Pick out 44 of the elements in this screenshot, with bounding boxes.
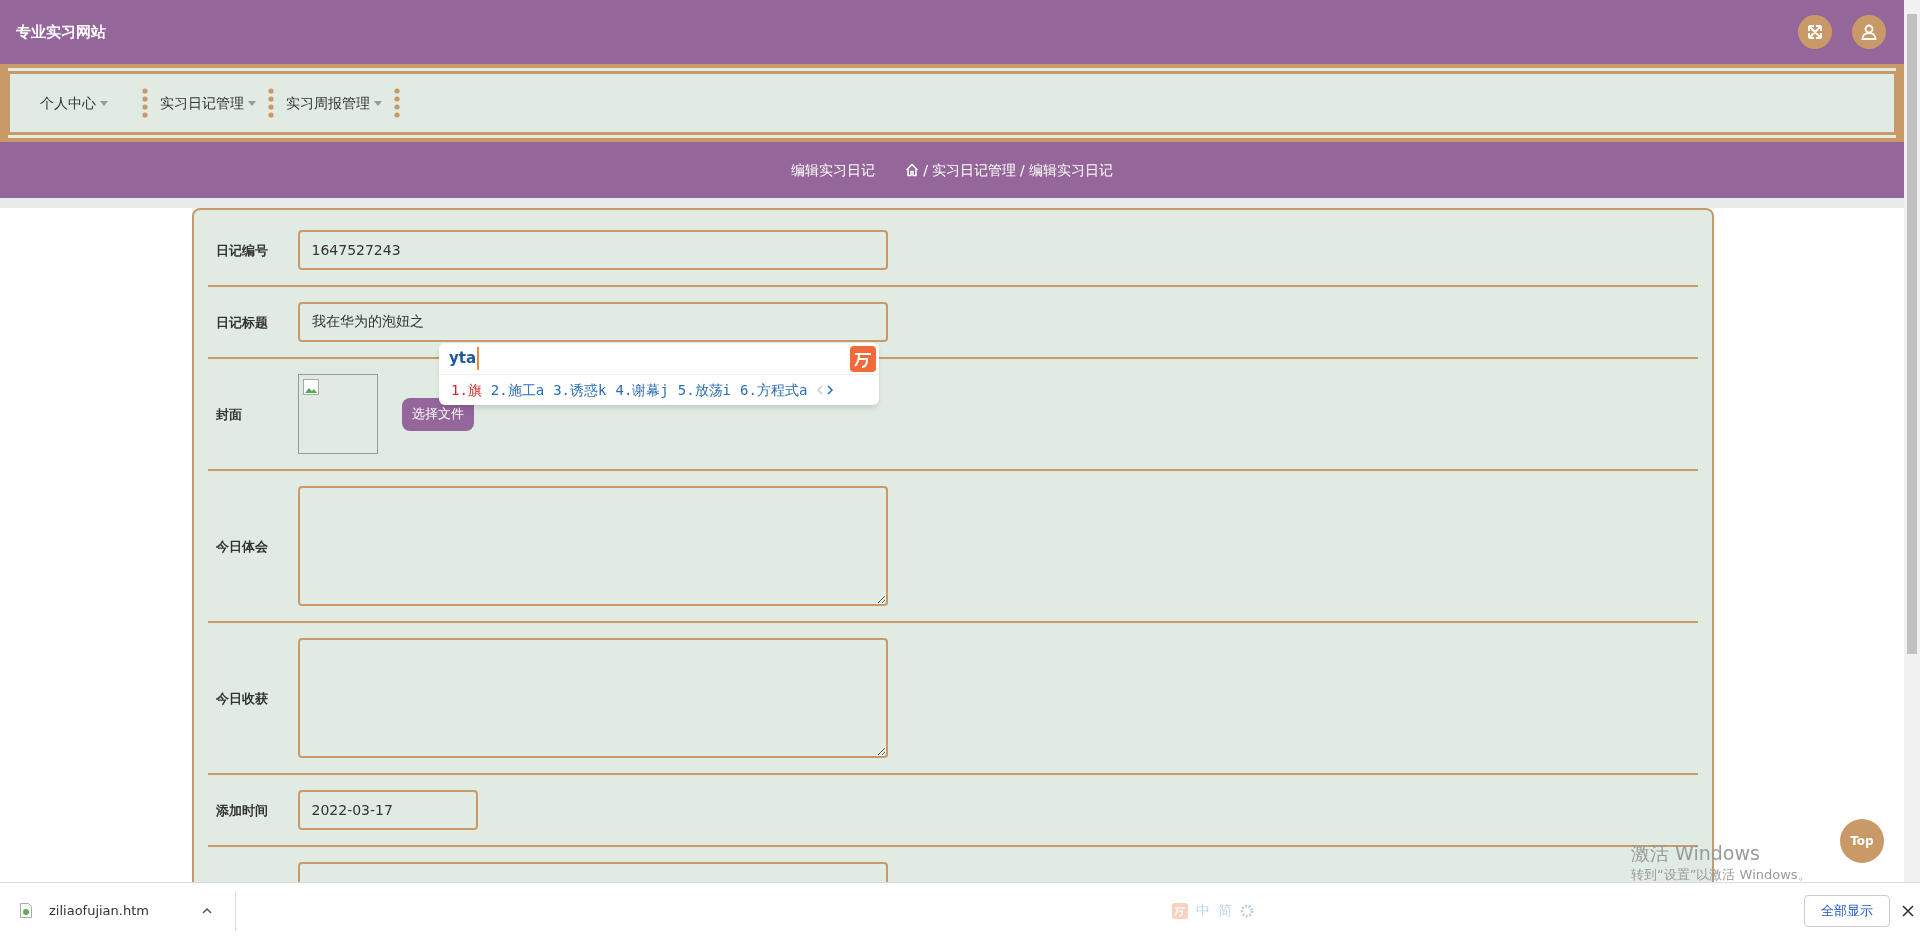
user-icon xyxy=(1860,23,1878,41)
caret-icon xyxy=(100,100,108,106)
nav-menu[interactable]: 个人中心 xyxy=(40,92,108,114)
ime-candidate[interactable]: 6.方程式a xyxy=(740,379,808,401)
field-label: 今日收获 xyxy=(215,691,268,706)
file-icon xyxy=(20,903,32,918)
divider-dots-icon xyxy=(268,88,274,118)
text-field[interactable]: 1647527243 xyxy=(297,230,888,270)
ime-logo-icon[interactable] xyxy=(1172,902,1188,919)
caret-icon xyxy=(374,100,382,106)
download-file-name[interactable]: ziliaofujian.htm xyxy=(49,900,149,921)
breadcrumb-separator: / xyxy=(1020,160,1025,180)
close-icon[interactable] xyxy=(1902,904,1914,917)
text-field[interactable]: 我在华为的泡妞之 xyxy=(297,302,888,342)
field-label: 今日体会 xyxy=(215,539,268,554)
expand-icon xyxy=(1806,23,1824,41)
broken-image-icon xyxy=(302,379,319,395)
ime-candidate[interactable]: 3.诱惑k xyxy=(553,379,607,401)
divider-dots-icon xyxy=(394,88,400,118)
caret-icon xyxy=(248,100,256,106)
ime-candidate[interactable]: 4.谢幕j xyxy=(615,379,669,401)
ime-candidate[interactable]: 2.施工a xyxy=(490,379,545,401)
settings-icon[interactable] xyxy=(1240,903,1254,918)
user-button[interactable] xyxy=(1852,15,1886,49)
field-label: 添加时间 xyxy=(215,803,268,818)
fullscreen-button[interactable] xyxy=(1798,15,1832,49)
ime-candidate[interactable]: 5.放荡i xyxy=(677,379,732,401)
page-title: 编辑实习日记 xyxy=(791,160,876,180)
breadcrumb-link[interactable]: 实习日记管理 xyxy=(932,159,1016,181)
ime-composition: yta xyxy=(449,347,480,370)
text-area[interactable] xyxy=(297,486,888,606)
nav-menu[interactable]: 实习周报管理 xyxy=(286,92,382,114)
field-label: 日记标题 xyxy=(215,315,268,330)
chevron-up-icon[interactable] xyxy=(202,907,212,914)
show-all-button[interactable]: 全部显示 xyxy=(1804,894,1890,927)
text-area[interactable] xyxy=(297,638,888,758)
breadcrumb-separator: / xyxy=(923,160,928,180)
site-title: 专业实习网站 xyxy=(16,21,106,43)
divider-dots-icon xyxy=(142,88,148,118)
nav-menu[interactable]: 实习日记管理 xyxy=(160,92,256,114)
field-label: 日记编号 xyxy=(215,243,268,258)
date-field[interactable]: 2022-03-17 xyxy=(297,790,478,830)
home-icon xyxy=(905,163,920,177)
field-label: 封面 xyxy=(215,407,242,422)
